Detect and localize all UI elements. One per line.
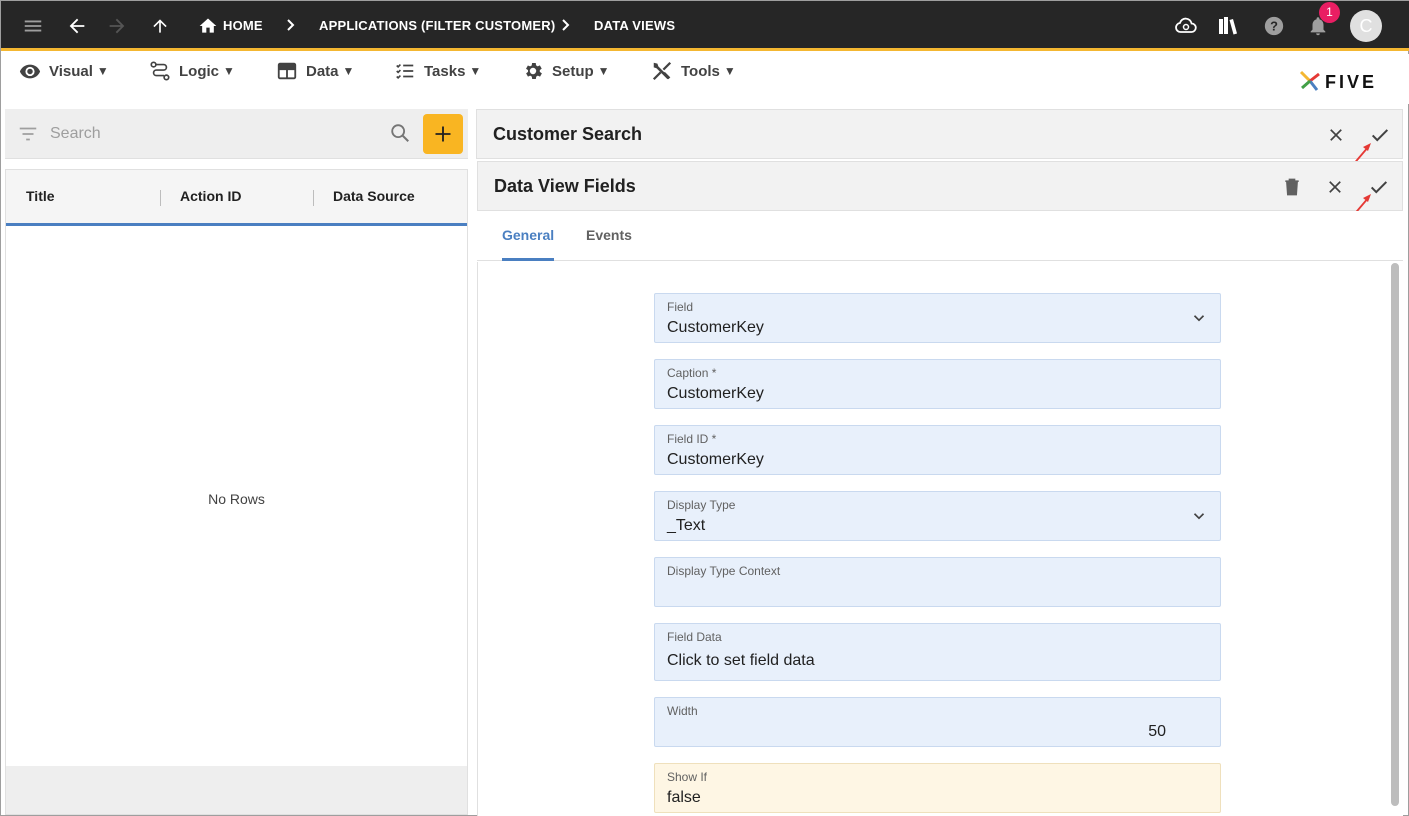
menu-tools[interactable]: Tools ▼ bbox=[651, 60, 736, 82]
data-view-fields-header: Data View Fields bbox=[477, 161, 1403, 211]
menu-tools-label: Tools bbox=[681, 62, 720, 80]
field-id-label: Field ID * bbox=[667, 432, 717, 446]
tasks-icon bbox=[396, 63, 414, 80]
field-select[interactable]: Field CustomerKey bbox=[654, 293, 1221, 343]
search-input[interactable]: Search bbox=[50, 125, 101, 143]
field-label: Field bbox=[667, 300, 694, 314]
data-views-list: Title Action ID Data Source No Rows bbox=[5, 169, 468, 815]
column-header-data-source[interactable]: Data Source bbox=[333, 188, 415, 204]
caret-down-icon: ▼ bbox=[469, 64, 482, 78]
menu-tasks[interactable]: Tasks ▼ bbox=[394, 60, 481, 82]
close-icon[interactable] bbox=[1324, 123, 1348, 147]
close-icon[interactable] bbox=[1323, 175, 1347, 199]
menu-bar: Visual ▼ Logic ▼ Data ▼ Tasks ▼ Setup ▼ Tools… bbox=[1, 54, 1409, 104]
field-id-value: CustomerKey bbox=[667, 451, 764, 468]
display-type-context-field[interactable]: Display Type Context bbox=[654, 557, 1221, 607]
data-view-fields-title: Data View Fields bbox=[494, 176, 636, 196]
search-icon[interactable] bbox=[389, 122, 411, 144]
filter-icon[interactable] bbox=[17, 123, 39, 145]
svg-text:?: ? bbox=[1270, 19, 1278, 34]
chevron-right-icon bbox=[287, 19, 295, 31]
column-header-action-id[interactable]: Action ID bbox=[180, 188, 241, 204]
caption-field[interactable]: Caption * CustomerKey bbox=[654, 359, 1221, 409]
breadcrumb-applications[interactable]: APPLICATIONS (FILTER CUSTOMER) bbox=[319, 18, 555, 33]
breadcrumb-data-views[interactable]: DATA VIEWS bbox=[594, 18, 675, 33]
caret-down-icon: ▼ bbox=[597, 64, 610, 78]
cloud-sync-icon[interactable] bbox=[1174, 14, 1198, 38]
customer-search-title: Customer Search bbox=[493, 124, 643, 144]
avatar[interactable]: C bbox=[1350, 10, 1382, 42]
width-field[interactable]: Width 50 bbox=[654, 697, 1221, 747]
width-value: 50 bbox=[1148, 723, 1166, 740]
menu-setup-label: Setup bbox=[552, 62, 594, 80]
list-header: Title Action ID Data Source bbox=[6, 170, 467, 226]
display-type-value: _Text bbox=[667, 517, 706, 534]
tab-bar: General Events bbox=[477, 211, 1403, 261]
back-arrow-icon[interactable] bbox=[65, 14, 89, 38]
caret-down-icon: ▼ bbox=[723, 64, 736, 78]
chevron-right-icon bbox=[562, 19, 570, 31]
column-divider[interactable] bbox=[313, 190, 314, 206]
tab-general[interactable]: General bbox=[502, 227, 554, 243]
field-data-label: Field Data bbox=[667, 630, 722, 644]
five-logo: FIVE bbox=[1297, 68, 1389, 96]
five-logo-mark-icon bbox=[1299, 70, 1320, 91]
empty-list-message: No Rows bbox=[208, 491, 265, 507]
scrollbar[interactable] bbox=[1391, 263, 1399, 806]
column-header-title[interactable]: Title bbox=[26, 188, 55, 204]
eye-icon bbox=[19, 64, 41, 79]
search-bar: Search bbox=[5, 109, 468, 159]
home-icon[interactable] bbox=[196, 14, 220, 38]
menu-logic-label: Logic bbox=[179, 62, 219, 80]
show-if-field[interactable]: Show If false bbox=[654, 763, 1221, 813]
menu-setup[interactable]: Setup ▼ bbox=[522, 60, 610, 82]
display-type-context-label: Display Type Context bbox=[667, 564, 781, 578]
show-if-value: false bbox=[667, 789, 701, 806]
display-type-label: Display Type bbox=[667, 498, 736, 512]
caret-down-icon: ▼ bbox=[223, 64, 235, 78]
forward-arrow-icon[interactable] bbox=[105, 14, 129, 38]
logic-icon bbox=[150, 61, 170, 81]
chevron-down-icon[interactable] bbox=[1190, 309, 1208, 327]
breadcrumb-home[interactable]: HOME bbox=[223, 18, 263, 33]
caption-value: CustomerKey bbox=[667, 385, 764, 402]
menu-logic[interactable]: Logic ▼ bbox=[149, 60, 235, 82]
library-books-icon[interactable] bbox=[1217, 14, 1241, 38]
menu-visual-label: Visual bbox=[49, 62, 93, 80]
display-type-select[interactable]: Display Type _Text bbox=[654, 491, 1221, 541]
chevron-down-icon[interactable] bbox=[1190, 507, 1208, 525]
trash-icon[interactable] bbox=[1280, 175, 1304, 199]
hamburger-menu-icon[interactable] bbox=[21, 14, 45, 38]
field-id-field[interactable]: Field ID * CustomerKey bbox=[654, 425, 1221, 475]
add-button[interactable] bbox=[423, 114, 463, 154]
app-bar: HOME APPLICATIONS (FILTER CUSTOMER) DATA… bbox=[1, 1, 1409, 51]
menu-visual[interactable]: Visual ▼ bbox=[19, 60, 109, 82]
caption-label: Caption * bbox=[667, 366, 717, 380]
menu-data-label: Data bbox=[306, 62, 339, 80]
column-divider[interactable] bbox=[160, 190, 161, 206]
tab-events[interactable]: Events bbox=[586, 227, 632, 243]
gear-icon bbox=[526, 63, 542, 79]
caret-down-icon: ▼ bbox=[342, 64, 355, 78]
show-if-label: Show If bbox=[667, 770, 708, 784]
table-icon bbox=[277, 62, 297, 80]
customer-search-header: Customer Search bbox=[476, 109, 1403, 159]
help-icon[interactable]: ? bbox=[1262, 14, 1286, 38]
tools-icon bbox=[652, 61, 672, 81]
up-arrow-icon[interactable] bbox=[148, 14, 172, 38]
width-label: Width bbox=[667, 704, 698, 718]
caret-down-icon: ▼ bbox=[96, 64, 109, 78]
logo-text: FIVE bbox=[1325, 72, 1378, 92]
active-tab-indicator bbox=[502, 258, 554, 261]
list-footer bbox=[6, 766, 467, 814]
menu-tasks-label: Tasks bbox=[424, 62, 466, 80]
field-value: CustomerKey bbox=[667, 319, 764, 336]
plus-icon bbox=[435, 126, 451, 142]
field-data-field[interactable]: Field Data Click to set field data bbox=[654, 623, 1221, 681]
field-data-value: Click to set field data bbox=[667, 652, 815, 669]
menu-data[interactable]: Data ▼ bbox=[276, 60, 354, 82]
notification-badge: 1 bbox=[1319, 2, 1340, 23]
